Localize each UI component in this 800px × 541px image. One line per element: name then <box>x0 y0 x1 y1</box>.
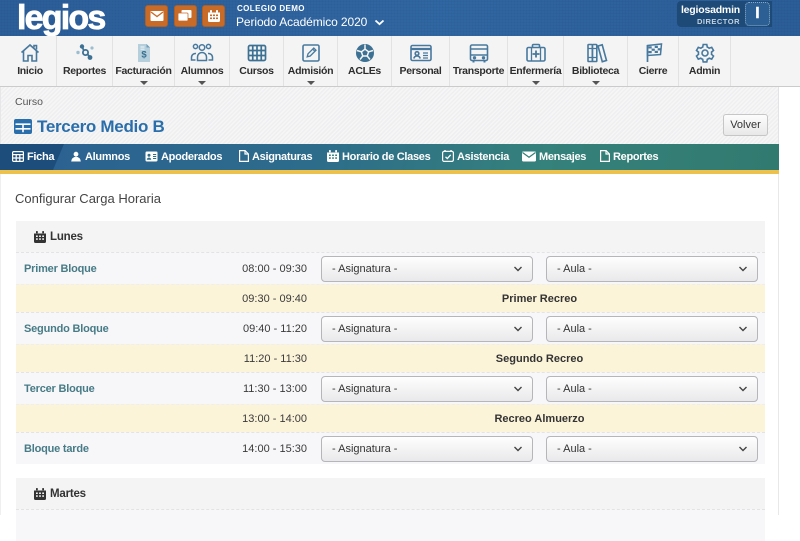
svg-text:$: $ <box>141 50 147 61</box>
